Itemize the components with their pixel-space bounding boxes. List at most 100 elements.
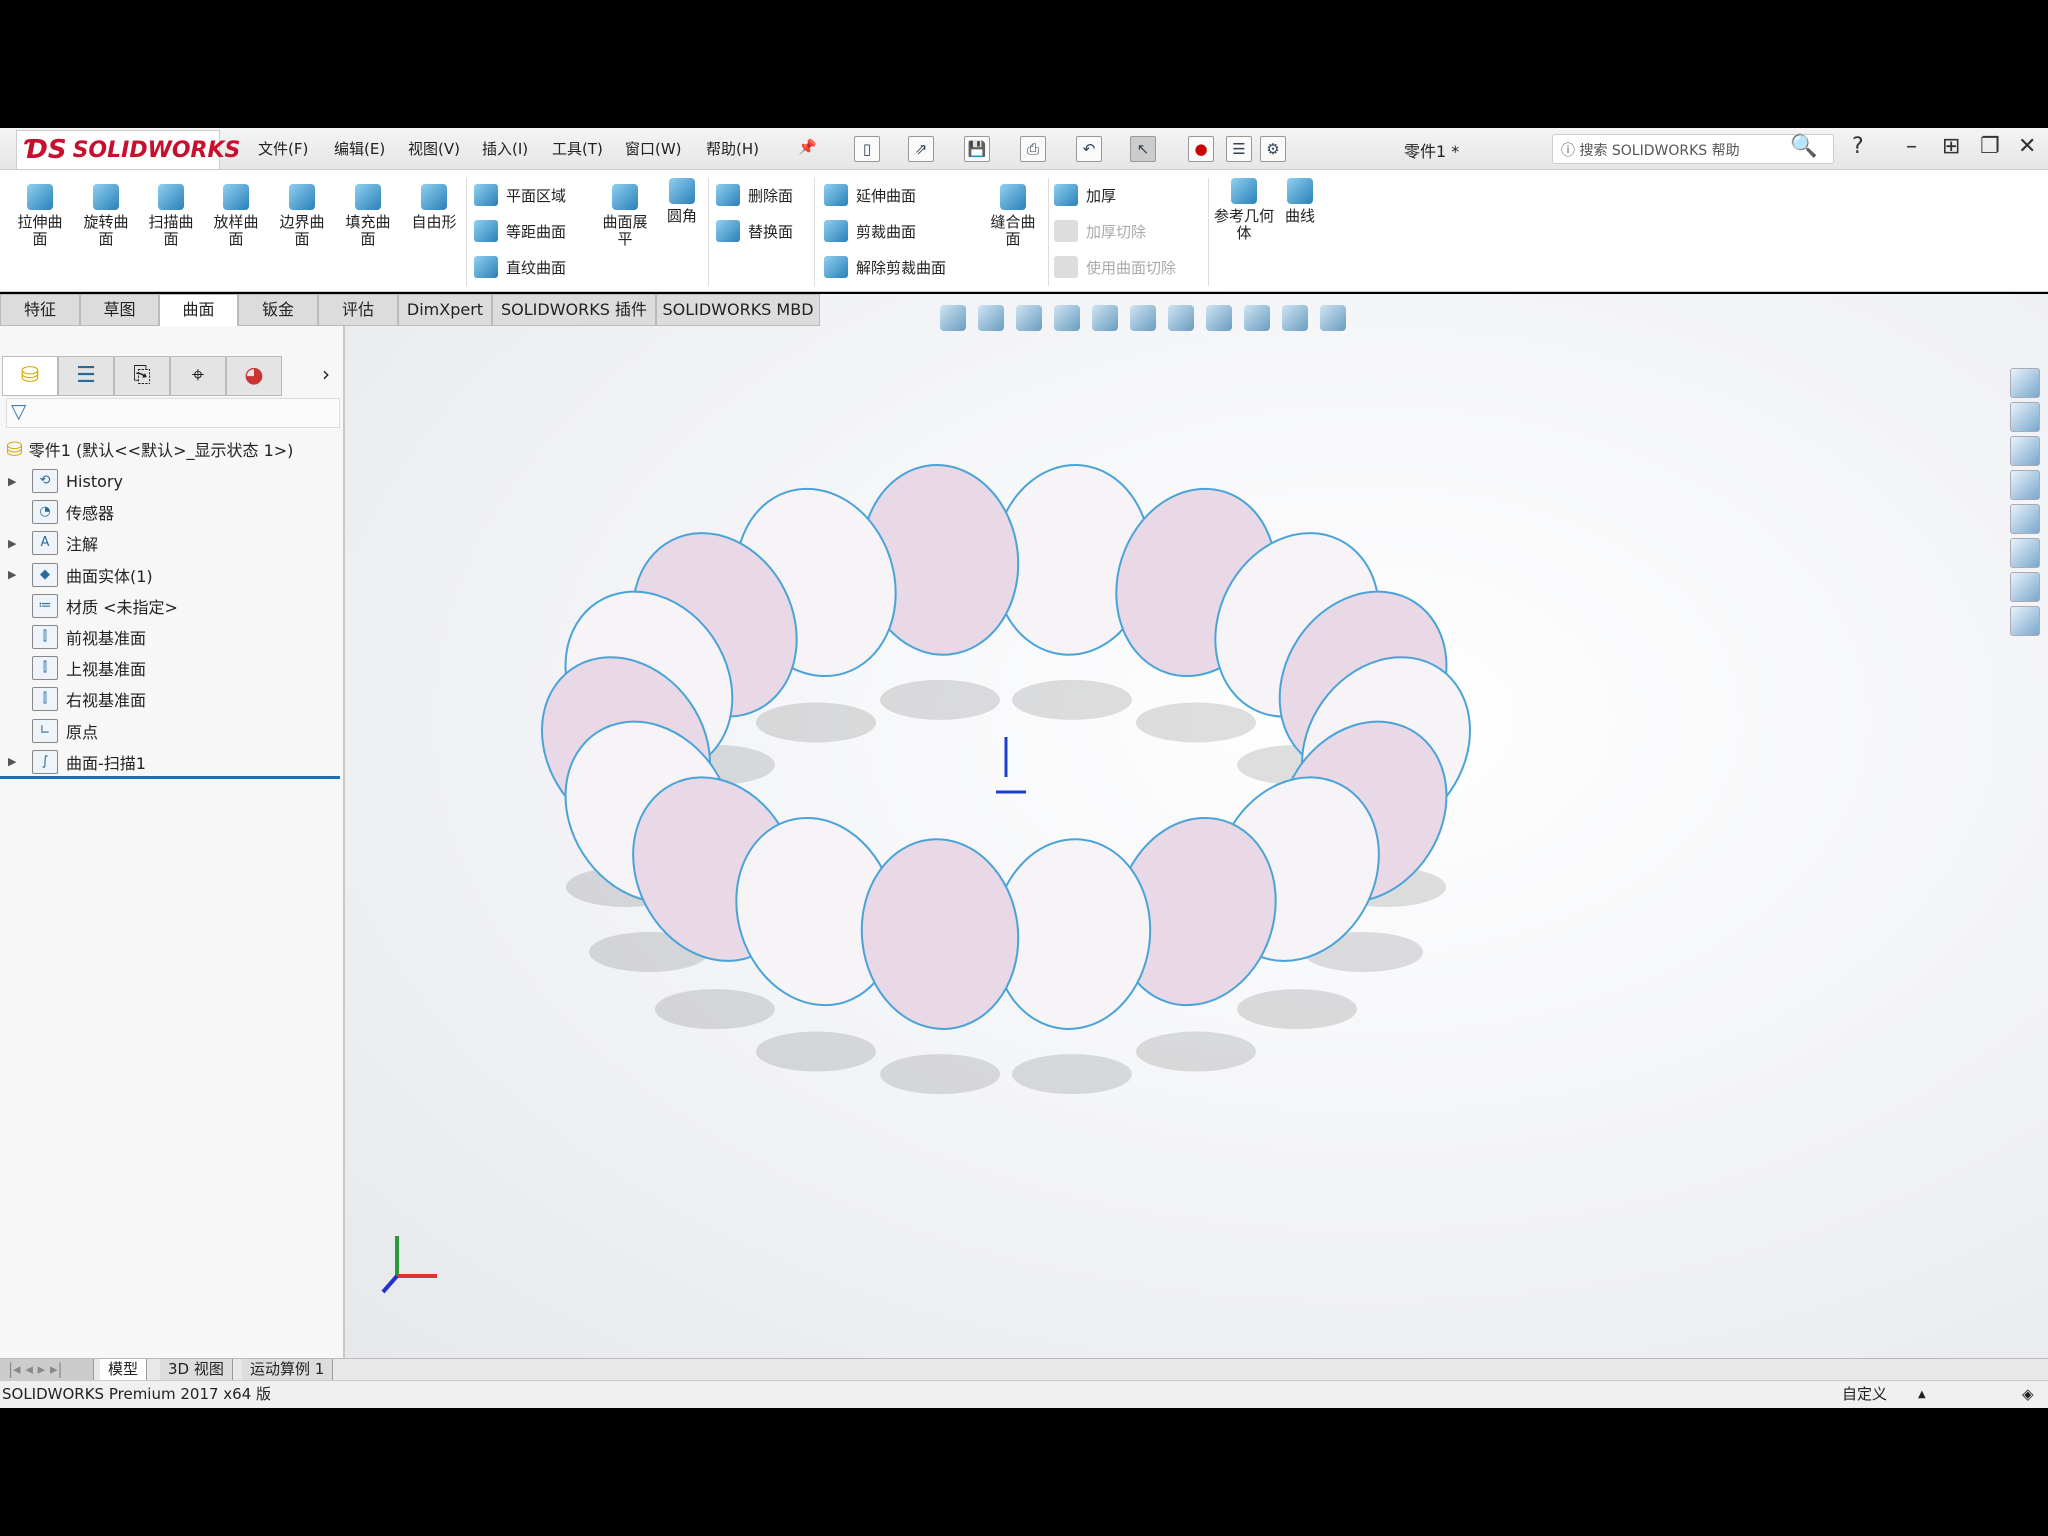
custom-properties-icon[interactable] [2010, 538, 2040, 568]
expand-arrow-icon[interactable]: ▶ [8, 755, 22, 768]
menu-help[interactable]: 帮助(H) [706, 138, 759, 159]
reference-geometry-button[interactable]: 参考几何体 [1214, 164, 1274, 242]
planar-surface-button[interactable]: 平面区域 [474, 184, 566, 206]
menu-tools[interactable]: 工具(T) [552, 138, 603, 159]
flatten-surface-button[interactable]: 曲面展平 [596, 170, 654, 248]
thicken-button[interactable]: 加厚 [1054, 184, 1116, 206]
tree-item[interactable]: ∟ 原点 [0, 716, 340, 746]
tree-item[interactable]: ▶ A 注解 [0, 528, 340, 558]
delete-face-button[interactable]: 删除面 [716, 184, 793, 206]
appearances-icon[interactable] [2010, 504, 2040, 534]
open-file-icon[interactable]: ⇗ [908, 136, 934, 162]
tab-surfaces[interactable]: 曲面 [159, 294, 238, 326]
resources-icon[interactable] [2010, 402, 2040, 432]
tab-model[interactable]: 模型 [100, 1359, 148, 1381]
undo-icon[interactable]: ↶ [1076, 136, 1102, 162]
unit-system-selector[interactable]: 自定义 [1842, 1381, 1887, 1408]
swept-surface-button[interactable]: 扫描曲面 [143, 170, 199, 248]
tree-root-part[interactable]: ⛁ 零件1 (默认<<默认>_显示状态 1>) [0, 434, 340, 464]
dynamic-annotation-icon[interactable] [1092, 305, 1118, 331]
extend-surface-button[interactable]: 延伸曲面 [824, 184, 916, 206]
graphics-area[interactable] [345, 294, 2048, 1358]
replace-face-button[interactable]: 替换面 [716, 220, 793, 242]
hide-show-icon[interactable] [1206, 305, 1232, 331]
design-library-icon[interactable] [2010, 470, 2040, 500]
solidworks-logo[interactable]: ƊS SOLIDWORKS [16, 130, 240, 170]
tab-3d-views[interactable]: 3D 视图 [160, 1359, 233, 1381]
tab-motion-study[interactable]: 运动算例 1 [242, 1359, 334, 1381]
untrim-surface-button[interactable]: 解除剪裁曲面 [824, 256, 946, 278]
apply-scene-icon[interactable] [1282, 305, 1308, 331]
feature-manager-tab-icon[interactable]: ⛁ [2, 356, 58, 396]
restore-icon[interactable]: ❐ [1980, 134, 2000, 159]
forum-icon[interactable] [2010, 572, 2040, 602]
tab-addins[interactable]: SOLIDWORKS 插件 [492, 294, 656, 326]
offset-surface-button[interactable]: 等距曲面 [474, 220, 566, 242]
file-properties-icon[interactable]: ☰ [1226, 136, 1252, 162]
tab-features[interactable]: 特征 [0, 294, 80, 326]
new-file-icon[interactable]: ▯ [854, 136, 880, 162]
freeform-button[interactable]: 自由形 [406, 170, 462, 231]
tree-item[interactable]: ▶ ∫ 曲面-扫描1 [0, 747, 340, 777]
help-icon[interactable]: ? [1852, 134, 1864, 159]
fillet-button[interactable]: 圆角 [660, 164, 704, 225]
tab-dimxpert[interactable]: DimXpert [398, 294, 492, 326]
configuration-manager-tab-icon[interactable]: ⎘ [114, 356, 170, 396]
tree-item[interactable]: ⫿ 右视基准面 [0, 684, 340, 714]
menu-insert[interactable]: 插入(I) [482, 138, 528, 159]
zoom-area-icon[interactable] [978, 305, 1004, 331]
tab-evaluate[interactable]: 评估 [318, 294, 398, 326]
select-icon[interactable]: ↖ [1130, 136, 1156, 162]
pin-icon[interactable]: 📌 [798, 138, 817, 156]
minimize-icon[interactable]: – [1906, 134, 1917, 159]
edit-appearance-icon[interactable] [1244, 305, 1270, 331]
ruled-surface-button[interactable]: 直纹曲面 [474, 256, 566, 278]
tree-filter-input[interactable]: ▽ [6, 398, 340, 428]
menu-view[interactable]: 视图(V) [408, 138, 460, 159]
tile-icon[interactable]: ⊞ [1942, 134, 1960, 159]
toolbox-icon[interactable] [2010, 606, 2040, 636]
menu-window[interactable]: 窗口(W) [625, 138, 682, 159]
extruded-surface-button[interactable]: 拉伸曲面 [12, 170, 68, 248]
tree-item[interactable]: ≔ 材质 <未指定> [0, 591, 340, 621]
tab-sheet-metal[interactable]: 钣金 [238, 294, 318, 326]
previous-view-icon[interactable] [1016, 305, 1042, 331]
tree-item[interactable]: ▶ ◆ 曲面实体(1) [0, 560, 340, 590]
display-manager-tab-icon[interactable]: ◕ [226, 356, 282, 396]
thicken-cut-button[interactable]: 加厚切除 [1054, 220, 1146, 242]
tree-item[interactable]: ▶ ⟲ History [0, 466, 340, 496]
search-icon[interactable]: 🔍 [1790, 134, 1817, 159]
revolved-surface-button[interactable]: 旋转曲面 [78, 170, 134, 248]
tree-item[interactable]: ⫿ 前视基准面 [0, 622, 340, 652]
tab-scroll-buttons[interactable]: |◂ ◂ ▸ ▸| [0, 1359, 94, 1381]
section-view-icon[interactable] [1054, 305, 1080, 331]
dimxpert-manager-tab-icon[interactable]: ⌖ [170, 356, 226, 396]
save-icon[interactable]: 💾 [964, 136, 990, 162]
boundary-surface-button[interactable]: 边界曲面 [274, 170, 330, 248]
rollback-bar[interactable] [0, 776, 340, 779]
expand-arrow-icon[interactable]: ▶ [8, 568, 22, 581]
tree-item[interactable]: ⫿ 上视基准面 [0, 653, 340, 683]
menu-file[interactable]: 文件(F) [258, 138, 308, 159]
filled-surface-button[interactable]: 填充曲面 [340, 170, 396, 248]
display-style-icon[interactable] [1168, 305, 1194, 331]
home-icon[interactable] [2010, 368, 2040, 398]
property-manager-tab-icon[interactable]: ☰ [58, 356, 114, 396]
menu-edit[interactable]: 编辑(E) [334, 138, 385, 159]
expand-arrow-icon[interactable]: ▶ [8, 475, 22, 488]
curves-button[interactable]: 曲线 [1276, 164, 1324, 225]
chevron-up-icon[interactable]: ▲ [1918, 1381, 1926, 1408]
close-icon[interactable]: ✕ [2018, 134, 2036, 159]
options-gear-icon[interactable]: ⚙ [1260, 136, 1286, 162]
trim-surface-button[interactable]: 剪裁曲面 [824, 220, 916, 242]
lofted-surface-button[interactable]: 放样曲面 [208, 170, 264, 248]
model-surface-sweep[interactable] [345, 294, 2048, 1358]
file-explorer-icon[interactable] [2010, 436, 2040, 466]
zoom-to-fit-icon[interactable] [940, 305, 966, 331]
tree-item[interactable]: ◔ 传感器 [0, 497, 340, 527]
rebuild-icon[interactable]: ● [1188, 136, 1214, 162]
print-icon[interactable]: ⎙ [1020, 136, 1046, 162]
cut-with-surface-button[interactable]: 使用曲面切除 [1054, 256, 1176, 278]
tab-mbd[interactable]: SOLIDWORKS MBD [656, 294, 820, 326]
view-orientation-icon[interactable] [1130, 305, 1156, 331]
